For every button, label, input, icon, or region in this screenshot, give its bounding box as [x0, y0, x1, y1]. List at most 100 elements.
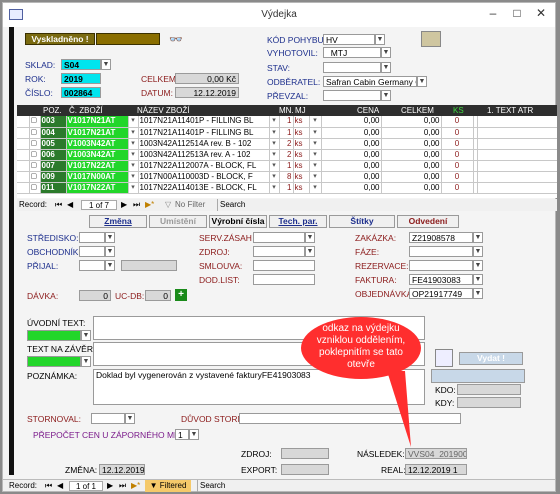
- chevron-down-icon[interactable]: ▼: [473, 232, 483, 243]
- tab-umisteni[interactable]: Umístění: [149, 215, 207, 228]
- cell-cislo[interactable]: V1017N21AT: [66, 116, 129, 128]
- cell-mn[interactable]: 2: [279, 138, 294, 150]
- cell-nazev[interactable]: 1017N00A110003D - BLOCK, F: [138, 171, 270, 183]
- cell-poz[interactable]: 005: [40, 138, 67, 150]
- first-record-icon[interactable]: ⏮: [45, 480, 52, 492]
- cislo-field[interactable]: 002864: [61, 87, 101, 98]
- chevron-down-icon[interactable]: ▾: [309, 160, 322, 172]
- cell-poz[interactable]: 004: [40, 127, 67, 139]
- cell-nazev[interactable]: 1003N42A112513A rev. A - 102: [138, 149, 270, 161]
- cell-text-atr[interactable]: [477, 182, 557, 194]
- col-ks[interactable]: KS: [453, 105, 464, 116]
- chevron-down-icon[interactable]: ▾: [309, 116, 322, 128]
- cell-celkem[interactable]: 0,00: [381, 116, 442, 128]
- cell-celkem[interactable]: 0,00: [381, 160, 442, 172]
- rok-field[interactable]: 2019: [61, 73, 101, 84]
- table-row[interactable]: ▢ 009 V1017N00AT ▾ 1017N00A110003D - BLOCK, …: [17, 171, 557, 183]
- chevron-down-icon[interactable]: ▾: [128, 116, 139, 128]
- last-record-icon[interactable]: ⏭: [133, 199, 140, 211]
- smlouva-field[interactable]: [253, 260, 315, 271]
- cell-cena[interactable]: 0,00: [321, 182, 382, 194]
- prev-record-icon[interactable]: ◀: [57, 480, 63, 492]
- cell-mn[interactable]: 1: [279, 160, 294, 172]
- faktura-field[interactable]: FE41903083: [409, 274, 473, 285]
- col-cislo[interactable]: Č. ZBOŽÍ: [69, 105, 103, 116]
- col-celkem[interactable]: CELKEM: [401, 105, 434, 116]
- prepocet-field[interactable]: 1: [175, 429, 189, 440]
- cell-mj[interactable]: ks: [293, 149, 310, 161]
- cell-cena[interactable]: 0,00: [321, 171, 382, 183]
- cell-nazev[interactable]: 1017N22A114013E - BLOCK, FL: [138, 182, 270, 194]
- cell-ks[interactable]: 0: [441, 182, 474, 194]
- chevron-down-icon[interactable]: ▾: [128, 182, 139, 194]
- grid-search-input[interactable]: Search: [217, 199, 257, 211]
- cell-cislo[interactable]: V1003N42AT: [66, 149, 129, 161]
- layout-icon[interactable]: [421, 31, 441, 47]
- cell-cislo[interactable]: V1017N21AT: [66, 127, 129, 139]
- cell-cena[interactable]: 0,00: [321, 160, 382, 172]
- table-row[interactable]: ▢ 006 V1003N42AT ▾ 1003N42A112513A rev. A - …: [17, 149, 557, 161]
- chevron-down-icon[interactable]: ▼: [105, 232, 115, 243]
- cell-mj[interactable]: ks: [293, 160, 310, 172]
- chevron-down-icon[interactable]: ▾: [269, 160, 280, 172]
- col-mj[interactable]: MJ: [295, 105, 306, 116]
- chevron-down-icon[interactable]: ▾: [269, 127, 280, 139]
- chevron-down-icon[interactable]: ▼: [381, 47, 391, 58]
- stav-field[interactable]: [323, 62, 381, 73]
- chevron-down-icon[interactable]: ▼: [101, 59, 111, 70]
- chevron-down-icon[interactable]: ▾: [309, 127, 322, 139]
- chevron-down-icon[interactable]: ▼: [189, 429, 199, 440]
- table-row[interactable]: ▢ 007 V1017N22AT ▾ 1017N22A112007A - BLOCK, …: [17, 160, 557, 172]
- document-icon[interactable]: [435, 349, 453, 367]
- col-poz[interactable]: POZ.: [43, 105, 62, 116]
- cell-mn[interactable]: 1: [279, 116, 294, 128]
- col-text-atr[interactable]: 1. TEXT ATR: [487, 105, 533, 116]
- record-position[interactable]: 1 of 7: [81, 200, 117, 210]
- cell-cena[interactable]: 0,00: [321, 138, 382, 150]
- tab-odvedeni[interactable]: Odvedení: [397, 215, 459, 228]
- chevron-down-icon[interactable]: ▾: [269, 182, 280, 194]
- cell-celkem[interactable]: 0,00: [381, 149, 442, 161]
- rezervace-field[interactable]: [409, 260, 473, 271]
- chevron-down-icon[interactable]: ▼: [105, 246, 115, 257]
- prev-record-icon[interactable]: ◀: [67, 199, 73, 211]
- row-check-icon[interactable]: ▢: [29, 182, 41, 194]
- chevron-down-icon[interactable]: ▾: [269, 138, 280, 150]
- cell-text-atr[interactable]: [477, 127, 557, 139]
- last-record-icon[interactable]: ⏭: [119, 480, 126, 492]
- chevron-down-icon[interactable]: ▼: [381, 62, 391, 73]
- row-check-icon[interactable]: ▢: [29, 116, 41, 128]
- cell-poz[interactable]: 003: [40, 116, 67, 128]
- cell-mn[interactable]: 8: [279, 171, 294, 183]
- chevron-down-icon[interactable]: ▾: [269, 149, 280, 161]
- chevron-down-icon[interactable]: ▾: [128, 127, 139, 139]
- chevron-down-icon[interactable]: ▼: [473, 246, 483, 257]
- row-check-icon[interactable]: ▢: [29, 127, 41, 139]
- cell-poz[interactable]: 009: [40, 171, 67, 183]
- chevron-down-icon[interactable]: ▼: [473, 288, 483, 299]
- chevron-down-icon[interactable]: ▾: [269, 171, 280, 183]
- cell-mn[interactable]: 1: [279, 182, 294, 194]
- table-row[interactable]: ▢ 004 V1017N21AT ▾ 1017N21A11401P - FILLING …: [17, 127, 557, 139]
- faze-field[interactable]: [409, 246, 473, 257]
- cell-cislo[interactable]: V1003N42AT: [66, 138, 129, 150]
- chevron-down-icon[interactable]: ▾: [269, 116, 280, 128]
- chevron-down-icon[interactable]: ▾: [128, 171, 139, 183]
- obchodnik-field[interactable]: [79, 246, 105, 257]
- new-record-icon[interactable]: ▶*: [131, 480, 140, 492]
- chevron-down-icon[interactable]: ▾: [128, 138, 139, 150]
- cell-nazev[interactable]: 1017N21A11401P - FILLING BL: [138, 116, 270, 128]
- chevron-down-icon[interactable]: ▼: [305, 232, 315, 243]
- chevron-down-icon[interactable]: ▾: [128, 160, 139, 172]
- chevron-down-icon[interactable]: ▼: [381, 90, 391, 101]
- cell-text-atr[interactable]: [477, 160, 557, 172]
- row-check-icon[interactable]: ▢: [29, 149, 41, 161]
- cell-mj[interactable]: ks: [293, 127, 310, 139]
- cell-ks[interactable]: 0: [441, 149, 474, 161]
- cell-poz[interactable]: 011: [40, 182, 67, 194]
- chevron-down-icon[interactable]: ▼: [417, 76, 427, 87]
- minimize-button[interactable]: –: [483, 6, 503, 20]
- zakazka-field[interactable]: Z21908578: [409, 232, 473, 243]
- first-record-icon[interactable]: ⏮: [55, 199, 62, 211]
- duvod-storna-field[interactable]: [239, 413, 461, 424]
